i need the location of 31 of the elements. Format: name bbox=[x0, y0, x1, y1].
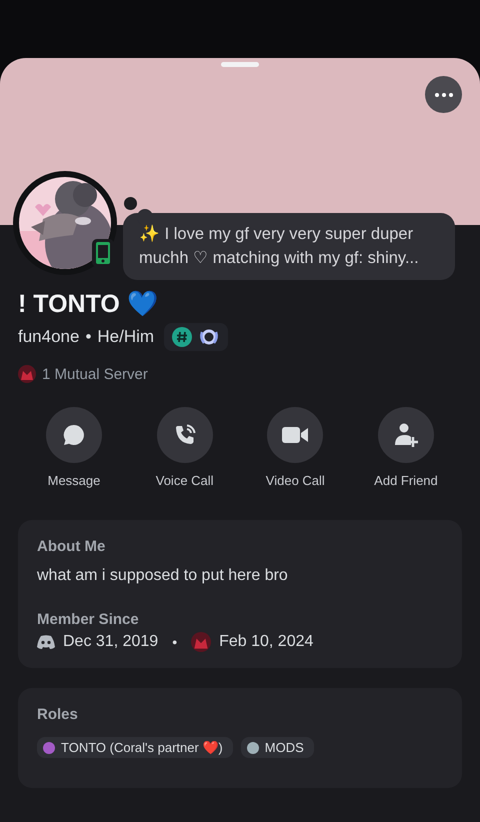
about-text: what am i supposed to put here bro bbox=[37, 567, 288, 585]
mutual-servers-link[interactable]: 1 Mutual Server bbox=[42, 366, 148, 382]
action-label: Message bbox=[48, 473, 100, 488]
section-heading: About Me bbox=[37, 538, 106, 555]
section-heading: Roles bbox=[37, 706, 79, 723]
separator-dot: • bbox=[172, 634, 178, 650]
separator-dot: • bbox=[85, 327, 92, 347]
role-name: TONTO (Coral's partner ❤) bbox=[61, 740, 223, 755]
video-camera-icon bbox=[282, 425, 308, 445]
section-heading: Member Since bbox=[37, 611, 140, 628]
more-icon bbox=[434, 92, 452, 96]
drag-handle[interactable] bbox=[221, 62, 259, 67]
more-button[interactable] bbox=[425, 76, 462, 113]
server-icon bbox=[18, 365, 36, 383]
hashtag-badge-icon[interactable] bbox=[172, 327, 192, 347]
server-icon bbox=[191, 632, 212, 652]
controller-logo-icon bbox=[37, 635, 55, 649]
role-name: MODS bbox=[264, 740, 304, 755]
username: fun4one bbox=[18, 327, 80, 347]
pronouns: He/Him bbox=[97, 327, 154, 347]
action-label: Video Call bbox=[266, 473, 325, 488]
member-since-date: Feb 10, 2024 bbox=[219, 633, 314, 651]
role-chip[interactable]: MODS bbox=[240, 737, 314, 758]
action-label: Voice Call bbox=[156, 473, 214, 488]
add-person-icon bbox=[392, 422, 419, 448]
display-name: ! TONTO 💙 bbox=[18, 289, 159, 319]
role-chip[interactable]: TONTO (Coral's partner ❤) bbox=[37, 737, 233, 758]
member-since-date: Dec 31, 2019 bbox=[63, 633, 158, 651]
custom-status: ✨ I love my gf very very super duper muchh ♡ matching with my gf: shiny... bbox=[123, 213, 455, 280]
action-label: Add Friend bbox=[374, 473, 438, 488]
speech-bubble-icon bbox=[62, 423, 86, 447]
